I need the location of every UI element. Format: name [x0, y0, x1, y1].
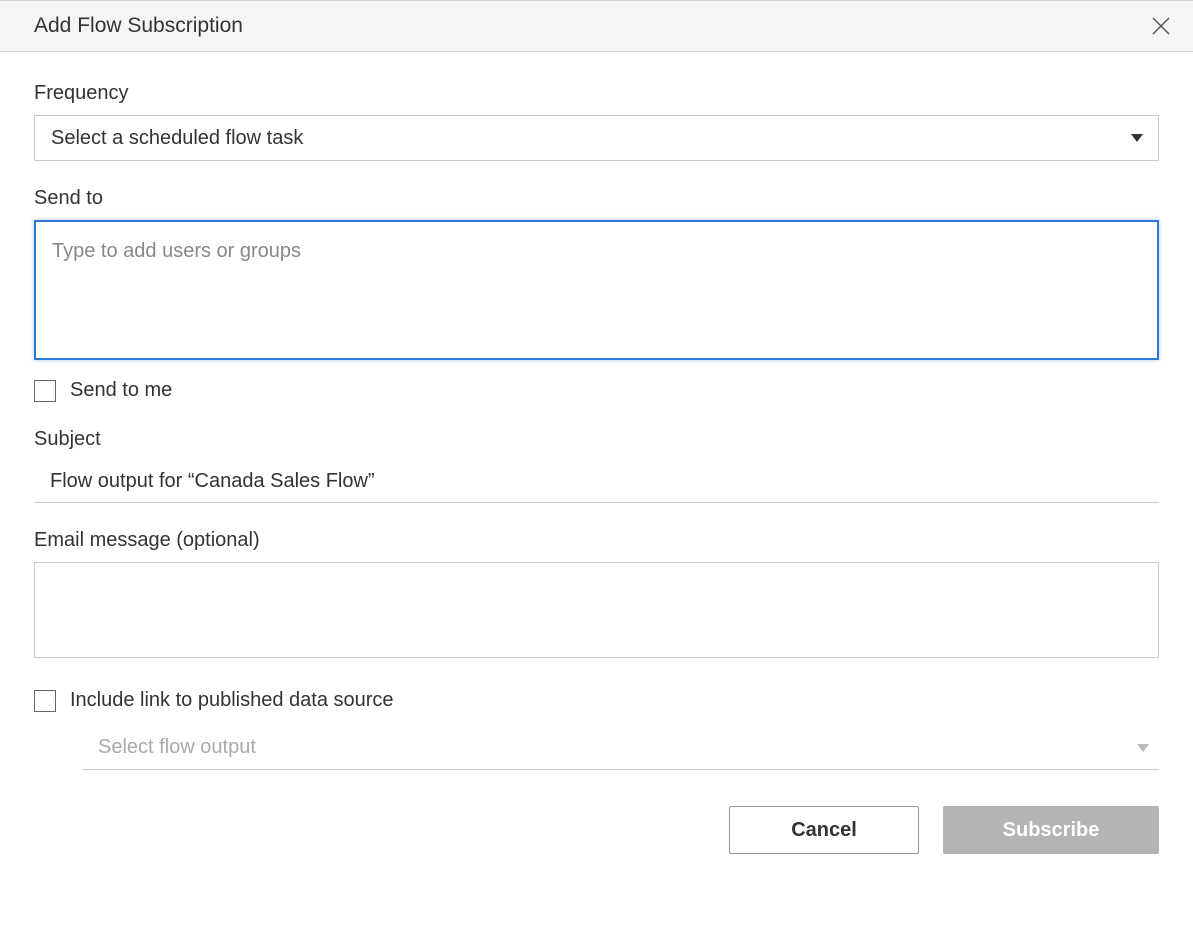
add-flow-subscription-dialog: Add Flow Subscription Frequency Select a… — [0, 0, 1193, 874]
frequency-label: Frequency — [34, 82, 1159, 105]
send-to-me-label[interactable]: Send to me — [70, 379, 172, 402]
close-button[interactable] — [1149, 14, 1173, 38]
subject-label: Subject — [34, 428, 1159, 451]
sendto-label: Send to — [34, 187, 1159, 210]
dialog-footer: Cancel Subscribe — [34, 770, 1159, 854]
email-label: Email message (optional) — [34, 529, 1159, 552]
include-link-row: Include link to published data source — [34, 689, 1159, 712]
send-to-me-checkbox[interactable] — [34, 380, 56, 402]
subject-input[interactable] — [34, 461, 1159, 503]
close-icon — [1151, 16, 1171, 36]
sendto-field: Send to Send to me — [34, 187, 1159, 402]
dialog-body: Frequency Select a scheduled flow task S… — [0, 52, 1193, 874]
frequency-selected-value: Select a scheduled flow task — [51, 127, 303, 150]
cancel-button[interactable]: Cancel — [729, 806, 919, 854]
frequency-field: Frequency Select a scheduled flow task — [34, 82, 1159, 161]
subscribe-button[interactable]: Subscribe — [943, 806, 1159, 854]
frequency-select-wrapper: Select a scheduled flow task — [34, 115, 1159, 161]
dialog-title: Add Flow Subscription — [34, 14, 243, 38]
email-textarea[interactable] — [34, 562, 1159, 658]
email-field: Email message (optional) — [34, 529, 1159, 663]
include-link-label[interactable]: Include link to published data source — [70, 689, 394, 712]
flow-output-placeholder: Select flow output — [98, 736, 256, 759]
flow-output-select-wrapper: Select flow output — [82, 726, 1159, 770]
subject-field: Subject — [34, 428, 1159, 503]
frequency-select[interactable]: Select a scheduled flow task — [34, 115, 1159, 161]
flow-output-select[interactable]: Select flow output — [82, 726, 1159, 770]
send-to-me-row: Send to me — [34, 379, 1159, 402]
dialog-header: Add Flow Subscription — [0, 1, 1193, 52]
include-link-checkbox[interactable] — [34, 690, 56, 712]
sendto-input[interactable] — [34, 220, 1159, 360]
include-link-field: Include link to published data source Se… — [34, 689, 1159, 770]
